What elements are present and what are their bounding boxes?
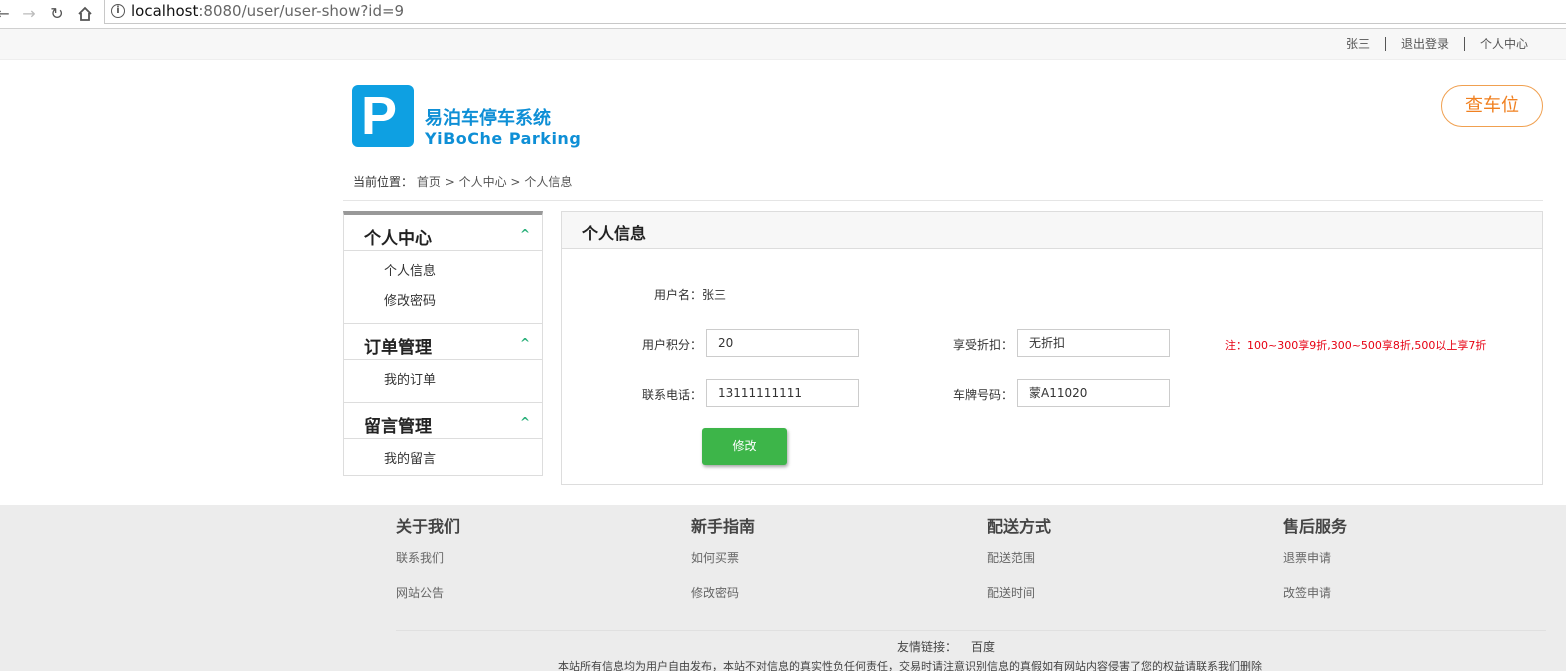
- back-icon[interactable]: ←: [0, 3, 14, 25]
- footer-column-title: 新手指南: [691, 517, 756, 536]
- plate-label: 车牌号码：: [952, 388, 1013, 402]
- sidebar: 个人中心 ^ 个人信息 修改密码 订单管理 ^ 我的订单 留言管理 ^ 我的留言: [343, 211, 543, 476]
- footer-column-service: 售后服务 退票申请 改签申请: [1283, 513, 1347, 619]
- browser-toolbar: ← → ↻ i localhost:8080/user/user-show?id…: [0, 0, 1566, 29]
- breadcrumb-user-center[interactable]: 个人中心: [459, 175, 507, 189]
- home-icon[interactable]: [74, 3, 96, 25]
- url-path: :8080/user/user-show?id=9: [198, 2, 405, 20]
- panel-header: 个人信息: [562, 212, 1542, 249]
- sidebar-section-title: 个人中心: [364, 229, 432, 249]
- footer-column-title: 配送方式: [987, 517, 1052, 536]
- discount-label: 享受折扣：: [952, 338, 1013, 352]
- forward-icon[interactable]: →: [18, 3, 40, 25]
- breadcrumb: 当前位置： 首页 > 个人中心 > 个人信息: [353, 173, 572, 190]
- footer-column-guide: 新手指南 如何买票 修改密码: [691, 513, 755, 619]
- footer-column-title: 售后服务: [1283, 517, 1348, 536]
- sidebar-items: 我的留言: [344, 439, 542, 481]
- modify-button[interactable]: 修改: [702, 428, 787, 465]
- sidebar-section-title: 留言管理: [364, 417, 432, 437]
- parking-logo-icon[interactable]: P: [352, 85, 414, 147]
- footer-link[interactable]: 配送范围: [987, 549, 1051, 584]
- breadcrumb-label: 当前位置：: [353, 175, 414, 189]
- breadcrumb-home[interactable]: 首页: [417, 175, 441, 189]
- sidebar-item-change-password[interactable]: 修改密码: [384, 287, 542, 317]
- url-host: localhost: [131, 2, 199, 20]
- footer-column-delivery: 配送方式 配送范围 配送时间: [987, 513, 1051, 619]
- username-link[interactable]: 张三: [1331, 37, 1385, 51]
- panel-title: 个人信息: [582, 224, 647, 243]
- top-user-bar: 张三 退出登录 个人中心: [0, 29, 1566, 60]
- footer-link[interactable]: 配送时间: [987, 584, 1051, 619]
- address-bar[interactable]: i localhost:8080/user/user-show?id=9: [104, 0, 1566, 24]
- sidebar-items: 个人信息 修改密码: [344, 251, 542, 324]
- sidebar-item-my-messages[interactable]: 我的留言: [384, 445, 542, 475]
- sidebar-section-title: 订单管理: [364, 338, 432, 358]
- footer-divider: [396, 630, 1546, 631]
- plate-field[interactable]: 蒙A11020: [1017, 379, 1170, 407]
- reload-icon[interactable]: ↻: [46, 3, 68, 25]
- friend-links-label: 友情链接：: [897, 640, 958, 654]
- brand-name-cn: 易泊车停车系统: [425, 108, 551, 129]
- footer-link[interactable]: 网站公告: [396, 584, 460, 619]
- footer-column-about: 关于我们 联系我们 网站公告: [396, 513, 460, 619]
- friend-link-baidu[interactable]: 百度: [971, 640, 995, 654]
- points-label: 用户积分：: [641, 338, 702, 352]
- breadcrumb-separator: >: [510, 175, 521, 189]
- sidebar-section-user-center[interactable]: 个人中心 ^: [344, 215, 542, 251]
- breadcrumb-separator: >: [444, 175, 455, 189]
- chevron-up-icon[interactable]: ^: [520, 227, 530, 241]
- phone-field[interactable]: 13111111111: [706, 379, 859, 407]
- disclaimer-text: 本站所有信息均为用户自由发布，本站不对信息的真实性负任何责任，交易时请注意识别信…: [558, 660, 1262, 671]
- breadcrumb-current: 个人信息: [524, 175, 573, 189]
- friend-links: 友情链接： 百度: [897, 638, 995, 655]
- url-text: localhost:8080/user/user-show?id=9: [131, 2, 404, 20]
- chevron-up-icon[interactable]: ^: [520, 415, 530, 429]
- brand-name-en: YiBoChe Parking: [425, 129, 582, 148]
- points-field[interactable]: 20: [706, 329, 859, 357]
- sidebar-item-my-orders[interactable]: 我的订单: [384, 366, 542, 396]
- check-parking-button[interactable]: 查车位: [1441, 85, 1543, 127]
- footer: 关于我们 联系我们 网站公告 新手指南 如何买票 修改密码 配送方式 配送范围 …: [0, 505, 1566, 671]
- info-icon[interactable]: i: [111, 4, 125, 18]
- user-center-link[interactable]: 个人中心: [1463, 37, 1528, 51]
- footer-link[interactable]: 退票申请: [1283, 549, 1347, 584]
- sidebar-section-messages[interactable]: 留言管理 ^: [344, 403, 542, 439]
- discount-field[interactable]: 无折扣: [1017, 329, 1170, 357]
- username-label: 用户名：: [653, 288, 702, 302]
- chevron-up-icon[interactable]: ^: [520, 336, 530, 350]
- sidebar-items: 我的订单: [344, 360, 542, 403]
- divider: [343, 200, 1543, 201]
- logout-link[interactable]: 退出登录: [1384, 37, 1464, 51]
- footer-link[interactable]: 联系我们: [396, 549, 460, 584]
- username-value: 张三: [702, 288, 727, 302]
- sidebar-item-profile[interactable]: 个人信息: [384, 257, 542, 287]
- footer-column-title: 关于我们: [396, 517, 461, 536]
- discount-note: 注：100~300享9折,300~500享8折,500以上享7折: [1225, 339, 1487, 352]
- footer-link[interactable]: 如何买票: [691, 549, 755, 584]
- logo-letter: P: [361, 86, 398, 146]
- sidebar-section-orders[interactable]: 订单管理 ^: [344, 324, 542, 360]
- phone-label: 联系电话：: [641, 388, 702, 402]
- footer-link[interactable]: 改签申请: [1283, 584, 1347, 619]
- footer-link[interactable]: 修改密码: [691, 584, 755, 619]
- user-links: 张三 退出登录 个人中心: [1331, 37, 1528, 51]
